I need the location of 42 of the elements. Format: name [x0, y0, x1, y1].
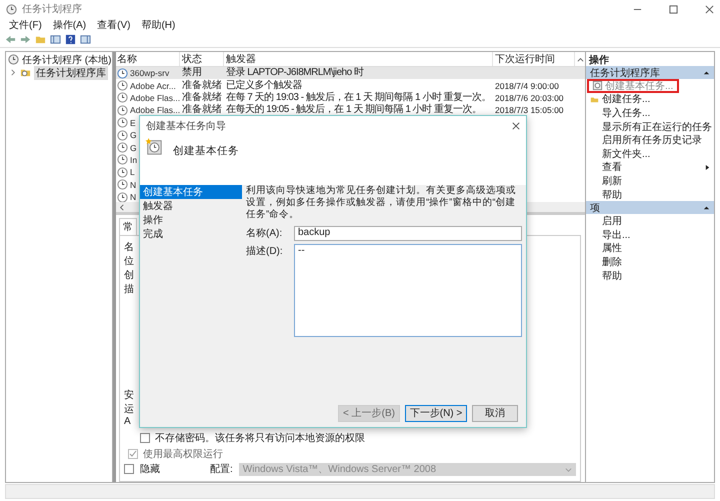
table-cell: Adobe Flas...: [130, 104, 180, 116]
field-label: 安: [124, 388, 134, 402]
field-label: 描: [124, 282, 134, 296]
table-cell: Adobe Acr...: [130, 80, 176, 92]
window-title: 任务计划程序: [22, 2, 82, 16]
field-label: 配置:: [210, 462, 233, 476]
table-cell: E: [130, 116, 136, 129]
table-cell: N: [130, 178, 136, 191]
panel-header: 操作: [588, 54, 610, 66]
table-cell: 360wp-srv: [130, 67, 170, 80]
section-title: 项: [590, 202, 600, 215]
table-cell: In: [130, 154, 138, 166]
table-cell: G: [130, 129, 137, 142]
field-label: 位: [124, 255, 134, 268]
field-label: 名: [124, 241, 134, 254]
table-cell-text: 在每 7 天的 19:03 - 触发后，在 1 天 期间每隔 1 小时 重复一次。: [225, 92, 492, 104]
table-cell-text: 2018/7/3 15:05:00: [494, 104, 565, 116]
section-title: 任务计划程序库: [590, 66, 660, 80]
table-cell-text: 已定义多个触发器: [225, 80, 303, 92]
table-cell: L: [130, 166, 135, 178]
field-label: 创: [124, 269, 134, 282]
field-label: 描述(D):: [246, 244, 284, 259]
table-cell-text: 禁用: [181, 67, 203, 80]
table-cell: N: [130, 191, 136, 204]
table-cell: G: [130, 142, 137, 154]
table-cell-text: 2018/7/6 20:03:00: [494, 92, 565, 104]
table-cell-text: 在每天的 19:05 - 触发后，在 1 天 期间每隔 1 小时 重复一次。: [225, 104, 482, 116]
table-cell-text: 登录 LAPTOP-J6I8MRLM\jieho 时: [225, 67, 365, 80]
field-label: 名称(A):: [246, 227, 284, 241]
checkbox-label: 使用最高权限运行: [143, 448, 223, 461]
table-cell-text: 准备就绪: [181, 104, 223, 116]
table-cell-text: 准备就绪: [181, 92, 223, 104]
dialog-heading: 创建基本任务: [173, 144, 239, 158]
checkbox-label: 不存储密码。该任务将只有访问本地资源的权限: [155, 432, 365, 445]
table-cell: Adobe Flas...: [130, 92, 180, 104]
table-cell-text: 准备就绪: [181, 80, 223, 92]
table-cell-text: 2018/7/4 9:00:00: [494, 80, 560, 92]
checkbox-label: 隐藏: [140, 462, 161, 476]
intro-text: 利用该向导快速地为常见任务创建计划。有关更多高级选项或设置，例如多任务操作或触发器，请使用“操作”窗格中的“创建任务”命令。: [246, 185, 517, 221]
field-label: 运: [124, 402, 134, 416]
dialog-title: 创建基本任务向导: [146, 120, 226, 132]
field-label: A: [124, 416, 131, 429]
